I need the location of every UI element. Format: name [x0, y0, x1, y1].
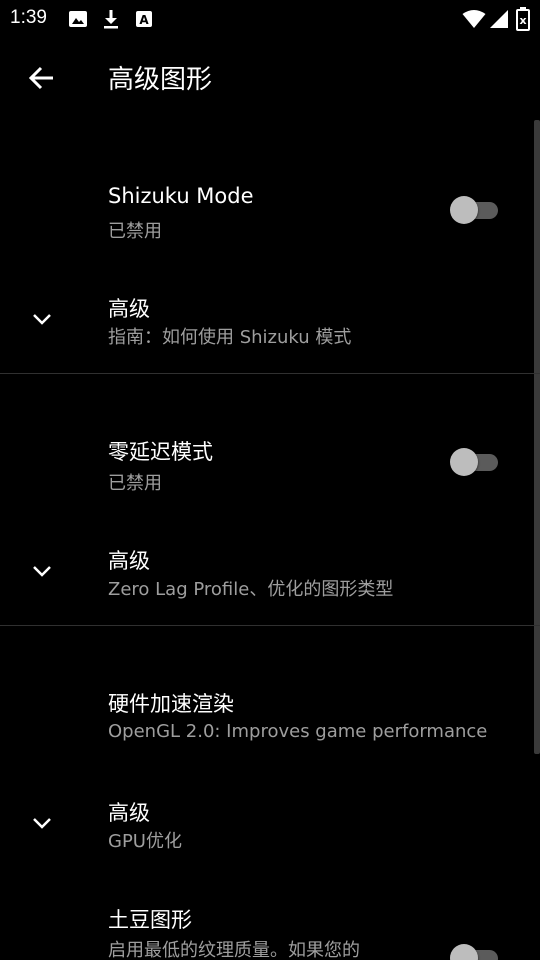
- chevron-down-icon: [33, 818, 51, 829]
- hardware-advanced-row[interactable]: 高级 GPU优化: [0, 772, 534, 872]
- battery-icon: x: [516, 7, 530, 35]
- switch-thumb: [450, 448, 478, 476]
- hardware-render-summary: OpenGL 2.0: Improves game performance: [108, 721, 488, 742]
- signal-icon: [489, 9, 509, 33]
- svg-text:A: A: [139, 13, 149, 27]
- arrow-left-icon: [28, 66, 53, 90]
- potato-graphics-switch[interactable]: [450, 944, 500, 960]
- potato-graphics-row[interactable]: 土豆图形 启用最低的纹理质量。如果您的: [0, 880, 534, 960]
- download-icon: [101, 9, 121, 33]
- shizuku-advanced-summary: 指南：如何使用 Shizuku 模式: [108, 327, 352, 348]
- status-time: 1:39: [10, 7, 47, 28]
- page-title: 高级图形: [108, 65, 213, 95]
- hardware-advanced-title: 高级: [108, 801, 150, 825]
- app-bar: 高级图形: [0, 38, 540, 120]
- chevron-down-icon: [33, 314, 51, 325]
- zero-lag-advanced-summary: Zero Lag Profile、优化的图形类型: [108, 579, 394, 600]
- switch-thumb: [450, 196, 478, 224]
- shizuku-advanced-row[interactable]: 高级 指南：如何使用 Shizuku 模式: [0, 268, 534, 372]
- potato-graphics-summary: 启用最低的纹理质量。如果您的: [108, 940, 360, 960]
- wifi-icon: [462, 9, 486, 33]
- hardware-render-title: 硬件加速渲染: [108, 692, 234, 716]
- zero-lag-advanced-row[interactable]: 高级 Zero Lag Profile、优化的图形类型: [0, 520, 534, 624]
- a-box-icon: A: [134, 9, 154, 33]
- shizuku-mode-summary: 已禁用: [108, 221, 162, 242]
- zero-lag-summary: 已禁用: [108, 473, 162, 494]
- switch-thumb: [450, 944, 478, 960]
- divider: [0, 373, 540, 374]
- shizuku-mode-title: Shizuku Mode: [108, 184, 254, 208]
- back-button[interactable]: [22, 58, 62, 98]
- chevron-down-icon: [33, 566, 51, 577]
- zero-lag-advanced-title: 高级: [108, 549, 150, 573]
- hardware-render-row[interactable]: 硬件加速渲染 OpenGL 2.0: Improves game perform…: [0, 664, 534, 764]
- potato-graphics-title: 土豆图形: [108, 908, 192, 932]
- image-icon: [68, 9, 88, 33]
- status-bar: 1:39 A x: [0, 0, 540, 38]
- shizuku-mode-row[interactable]: Shizuku Mode 已禁用: [0, 160, 534, 260]
- shizuku-mode-switch[interactable]: [450, 196, 500, 224]
- zero-lag-row[interactable]: 零延迟模式 已禁用: [0, 412, 534, 512]
- svg-text:x: x: [519, 14, 526, 27]
- scrollbar[interactable]: [534, 120, 540, 754]
- zero-lag-switch[interactable]: [450, 448, 500, 476]
- shizuku-advanced-title: 高级: [108, 297, 150, 321]
- hardware-advanced-summary: GPU优化: [108, 831, 182, 852]
- zero-lag-title: 零延迟模式: [108, 440, 213, 464]
- divider: [0, 625, 540, 626]
